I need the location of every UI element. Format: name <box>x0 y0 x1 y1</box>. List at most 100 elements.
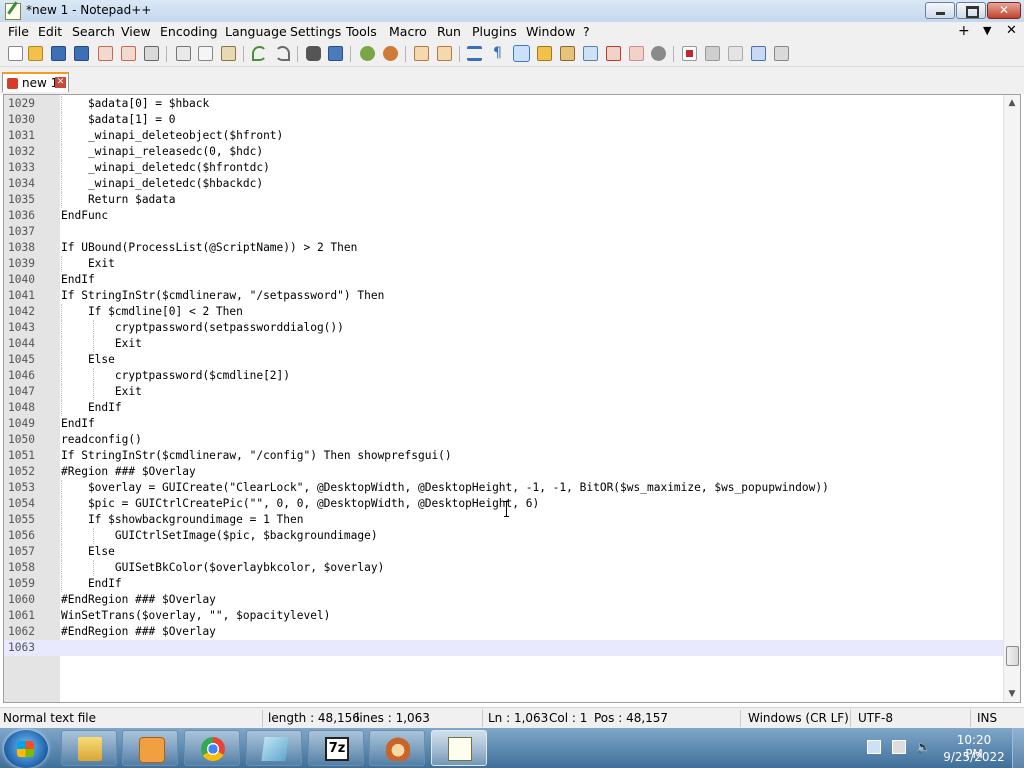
code-line[interactable]: 1030 $adata[1] = 0 <box>4 112 1004 128</box>
scroll-up-arrow-icon[interactable]: ▲ <box>1004 95 1020 111</box>
code-text[interactable]: EndIf <box>61 576 122 592</box>
code-text[interactable]: $adata[0] = $hback <box>61 96 209 112</box>
code-text[interactable]: readconfig() <box>61 432 142 448</box>
code-line[interactable]: 1048 EndIf <box>4 400 1004 416</box>
code-line[interactable]: 1058 GUISetBkColor($overlaybkcolor, $ove… <box>4 560 1004 576</box>
taskbar-chrome[interactable] <box>184 730 240 766</box>
redo-icon[interactable] <box>275 46 290 61</box>
code-line[interactable]: 1037 <box>4 224 1004 240</box>
code-line[interactable]: 1061 WinSetTrans($overlay, "", $opacityle… <box>4 608 1004 624</box>
code-text[interactable]: $adata[1] = 0 <box>61 112 176 128</box>
taskbar-notepadpp[interactable] <box>431 730 487 766</box>
taskbar-notepad[interactable] <box>246 730 302 766</box>
paste-icon[interactable] <box>221 46 236 61</box>
code-line[interactable]: 1039 Exit <box>4 256 1004 272</box>
code-line[interactable]: 1040 EndIf <box>4 272 1004 288</box>
scrollbar-thumb[interactable] <box>1006 646 1019 666</box>
maximize-button[interactable] <box>956 2 986 19</box>
bookmark-icon[interactable] <box>651 46 666 61</box>
menu-file[interactable]: File <box>8 24 29 39</box>
code-text[interactable]: GUISetBkColor($overlaybkcolor, $overlay) <box>61 560 384 576</box>
notepadpp-app-icon[interactable] <box>5 3 21 20</box>
menu-run[interactable]: Run <box>437 24 461 39</box>
new-file-icon[interactable] <box>8 46 23 61</box>
code-text[interactable]: EndIf <box>61 416 95 432</box>
network-icon[interactable] <box>867 740 881 754</box>
code-text[interactable]: cryptpassword($cmdline[2]) <box>61 368 290 384</box>
save-all-icon[interactable] <box>74 46 89 61</box>
save-macro-icon[interactable] <box>774 46 789 61</box>
code-line[interactable]: 1044 Exit <box>4 336 1004 352</box>
code-text[interactable]: Else <box>61 544 115 560</box>
code-line[interactable]: 1050 readconfig() <box>4 432 1004 448</box>
menu-edit[interactable]: Edit <box>38 24 62 39</box>
show-all-chars-icon[interactable]: ¶ <box>490 46 505 61</box>
code-line[interactable]: 1045 Else <box>4 352 1004 368</box>
menu-macro[interactable]: Macro <box>389 24 427 39</box>
code-line[interactable]: 1056 GUICtrlSetImage($pic, $backgroundim… <box>4 528 1004 544</box>
code-text[interactable]: $overlay = GUICreate("ClearLock", @Deskt… <box>61 480 829 496</box>
code-line[interactable]: 1049 EndIf <box>4 416 1004 432</box>
action-center-flag-icon[interactable] <box>892 740 906 754</box>
menu-plugins[interactable]: Plugins <box>472 24 517 39</box>
taskbar-7zip[interactable]: 7z <box>308 730 364 766</box>
code-text[interactable]: EndIf <box>61 400 122 416</box>
start-button[interactable] <box>4 730 48 768</box>
code-line[interactable]: 1029 $adata[0] = $hback <box>4 96 1004 112</box>
sync-vertical-icon[interactable] <box>414 46 429 61</box>
code-line[interactable]: 1052 #Region ### $Overlay <box>4 464 1004 480</box>
clock-date[interactable]: 9/25/2022 <box>943 750 1005 764</box>
word-wrap-icon[interactable] <box>467 46 482 61</box>
sync-horizontal-icon[interactable] <box>437 46 452 61</box>
taskbar-lion-app[interactable] <box>369 730 425 766</box>
code-text[interactable]: $pic = GUICtrlCreatePic("", 0, 0, @Deskt… <box>61 496 539 512</box>
monitoring-icon[interactable] <box>629 46 644 61</box>
close-window-button[interactable] <box>987 2 1021 19</box>
volume-icon[interactable]: 🔈 <box>916 740 931 754</box>
menu-search[interactable]: Search <box>72 24 115 39</box>
code-line[interactable]: 1046 cryptpassword($cmdline[2]) <box>4 368 1004 384</box>
code-line[interactable]: 1051 If StringInStr($cmdlineraw, "/config… <box>4 448 1004 464</box>
zoom-in-icon[interactable] <box>360 46 375 61</box>
menu-view[interactable]: View <box>121 24 151 39</box>
code-text[interactable]: Exit <box>61 384 142 400</box>
code-text[interactable]: Exit <box>61 256 115 272</box>
tab-close-icon[interactable]: ✕ <box>55 77 66 88</box>
new-tab-plus-icon[interactable]: + <box>958 23 970 39</box>
copy-icon[interactable] <box>198 46 213 61</box>
code-text[interactable]: If StringInStr($cmdlineraw, "/setpasswor… <box>61 288 384 304</box>
code-text[interactable]: _winapi_releasedc(0, $hdc) <box>61 144 263 160</box>
code-line[interactable]: 1057 Else <box>4 544 1004 560</box>
doc-map-icon[interactable] <box>560 46 575 61</box>
code-text[interactable]: Else <box>61 352 115 368</box>
code-line[interactable]: 1042 If $cmdline[0] < 2 Then <box>4 304 1004 320</box>
code-text[interactable]: Exit <box>61 336 142 352</box>
code-line[interactable]: 1033 _winapi_deletedc($hfrontdc) <box>4 160 1004 176</box>
menu-help[interactable]: ? <box>583 24 590 39</box>
run-macro-multiple-icon[interactable] <box>751 46 766 61</box>
replace-icon[interactable] <box>328 46 343 61</box>
folder-workspace-icon[interactable] <box>606 46 621 61</box>
code-text[interactable]: _winapi_deletedc($hfrontdc) <box>61 160 270 176</box>
scroll-down-arrow-icon[interactable]: ▼ <box>1004 686 1020 702</box>
code-line[interactable]: 1047 Exit <box>4 384 1004 400</box>
code-text[interactable]: EndIf <box>61 272 95 288</box>
minimize-button[interactable] <box>925 2 955 19</box>
code-line[interactable]: 1063 <box>4 640 1004 656</box>
code-text[interactable]: GUICtrlSetImage($pic, $backgroundimage) <box>61 528 378 544</box>
code-text[interactable]: _winapi_deleteobject($hfront) <box>61 128 283 144</box>
code-text[interactable]: If UBound(ProcessList(@ScriptName)) > 2 … <box>61 240 357 256</box>
function-list-icon[interactable] <box>583 46 598 61</box>
menu-settings[interactable]: Settings <box>290 24 341 39</box>
code-line[interactable]: 1041 If StringInStr($cmdlineraw, "/setpas… <box>4 288 1004 304</box>
open-file-icon[interactable] <box>28 46 43 61</box>
code-line[interactable]: 1062 #EndRegion ### $Overlay <box>4 624 1004 640</box>
code-text[interactable]: If $cmdline[0] < 2 Then <box>61 304 243 320</box>
menu-window[interactable]: Window <box>526 24 575 39</box>
code-line[interactable]: 1035 Return $adata <box>4 192 1004 208</box>
zoom-out-icon[interactable] <box>383 46 398 61</box>
vertical-scrollbar[interactable]: ▲ ▼ <box>1003 95 1020 702</box>
tab-list-down-icon[interactable]: ▼ <box>983 24 991 37</box>
code-line[interactable]: 1059 EndIf <box>4 576 1004 592</box>
code-text[interactable]: cryptpassword(setpassworddialog()) <box>61 320 344 336</box>
